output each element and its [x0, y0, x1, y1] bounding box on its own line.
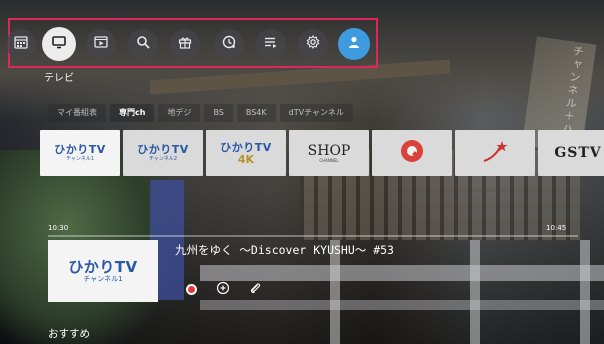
- channel-sub-text: チャンネル2: [148, 156, 178, 162]
- nav-guide-button[interactable]: [6, 29, 36, 59]
- channel-logo-text: SHOP: [307, 142, 351, 159]
- program-channel-thumbnail[interactable]: ひかりTV チャンネル1: [48, 240, 158, 302]
- category-tabs: マイ番組表 専門ch 地デジ BS BS4K dTVチャンネル: [48, 104, 353, 122]
- nav-profile-button[interactable]: [338, 28, 370, 60]
- search-icon: [135, 34, 151, 54]
- attach-button[interactable]: [246, 280, 264, 298]
- program-progress-bar: [48, 235, 578, 237]
- user-icon: [346, 34, 362, 54]
- top-nav-bar: [6, 18, 378, 68]
- tab-terrestrial[interactable]: 地デジ: [158, 104, 201, 122]
- program-title: 九州をゆく ～Discover KYUSHU～ #53: [175, 243, 394, 257]
- program-actions: [182, 280, 264, 298]
- channel-tile-shop[interactable]: SHOP CHANNEL: [289, 130, 369, 176]
- active-nav-label: テレビ: [44, 73, 74, 84]
- record-button[interactable]: [182, 280, 200, 298]
- channel-4k-text: 4K: [237, 152, 255, 166]
- channel-sub-text: チャンネル1: [83, 275, 123, 283]
- channel-sub-text: チャンネル1: [65, 156, 95, 162]
- channel-tile-hikari-1[interactable]: ひかりTV チャンネル1: [40, 130, 120, 176]
- record-icon: [185, 283, 197, 295]
- playlist-icon: [263, 34, 279, 54]
- railing-bottom: [200, 300, 604, 310]
- video-library-icon: [93, 34, 109, 54]
- channel-logo-text: ひかりTV: [137, 143, 189, 156]
- gift-icon: [177, 34, 193, 54]
- nav-history-button[interactable]: [214, 29, 244, 59]
- nav-search-button[interactable]: [128, 29, 158, 59]
- nav-video-button[interactable]: [86, 29, 116, 59]
- channel-sub-text: CHANNEL: [319, 157, 339, 163]
- channel-logo-text: GSTV: [554, 145, 602, 161]
- add-circle-icon: [216, 280, 230, 299]
- channel-tile-hikari-4k[interactable]: ひかりTV 4K: [206, 130, 286, 176]
- channel-logo-text: ひかりTV: [220, 140, 272, 154]
- nav-playlist-button[interactable]: [256, 29, 286, 59]
- tab-bs[interactable]: BS: [204, 104, 233, 122]
- nav-tv-button[interactable]: [42, 27, 76, 61]
- channel-logo-text: ひかりTV: [68, 258, 138, 276]
- tab-my-guide[interactable]: マイ番組表: [48, 104, 106, 122]
- shooting-star-logo-icon: [480, 137, 510, 169]
- tv-home-screen: チャンネル＋ハガ テレビ マイ番組表 専門ch 地デジ BS BS4K dTVチ…: [0, 0, 604, 344]
- calendar-icon: [13, 34, 29, 54]
- tab-specialty-ch[interactable]: 専門ch: [110, 104, 155, 122]
- channel-tile-hikari-2[interactable]: ひかりTV チャンネル2: [123, 130, 203, 176]
- program-start-time: 10:30: [48, 224, 69, 232]
- channel-tile-qvc[interactable]: [372, 130, 452, 176]
- tab-dtv-channel[interactable]: dTVチャンネル: [279, 104, 353, 122]
- gear-icon: [305, 34, 321, 54]
- tab-bs4k[interactable]: BS4K: [236, 104, 276, 122]
- recommended-section-title: おすすめ: [48, 328, 90, 340]
- tv-icon: [51, 34, 67, 54]
- qvc-logo-icon: [399, 138, 425, 168]
- paperclip-icon: [248, 280, 262, 299]
- channel-tile-gstv[interactable]: GSTV: [538, 130, 604, 176]
- channel-tile-jewelry[interactable]: [455, 130, 535, 176]
- history-icon: [221, 34, 237, 54]
- add-button[interactable]: [214, 280, 232, 298]
- nav-settings-button[interactable]: [298, 29, 328, 59]
- program-end-time: 10:45: [546, 224, 567, 232]
- railing-post: [470, 240, 480, 344]
- nav-gift-button[interactable]: [170, 29, 200, 59]
- channel-logo-text: ひかりTV: [54, 143, 106, 156]
- railing-post: [580, 240, 590, 344]
